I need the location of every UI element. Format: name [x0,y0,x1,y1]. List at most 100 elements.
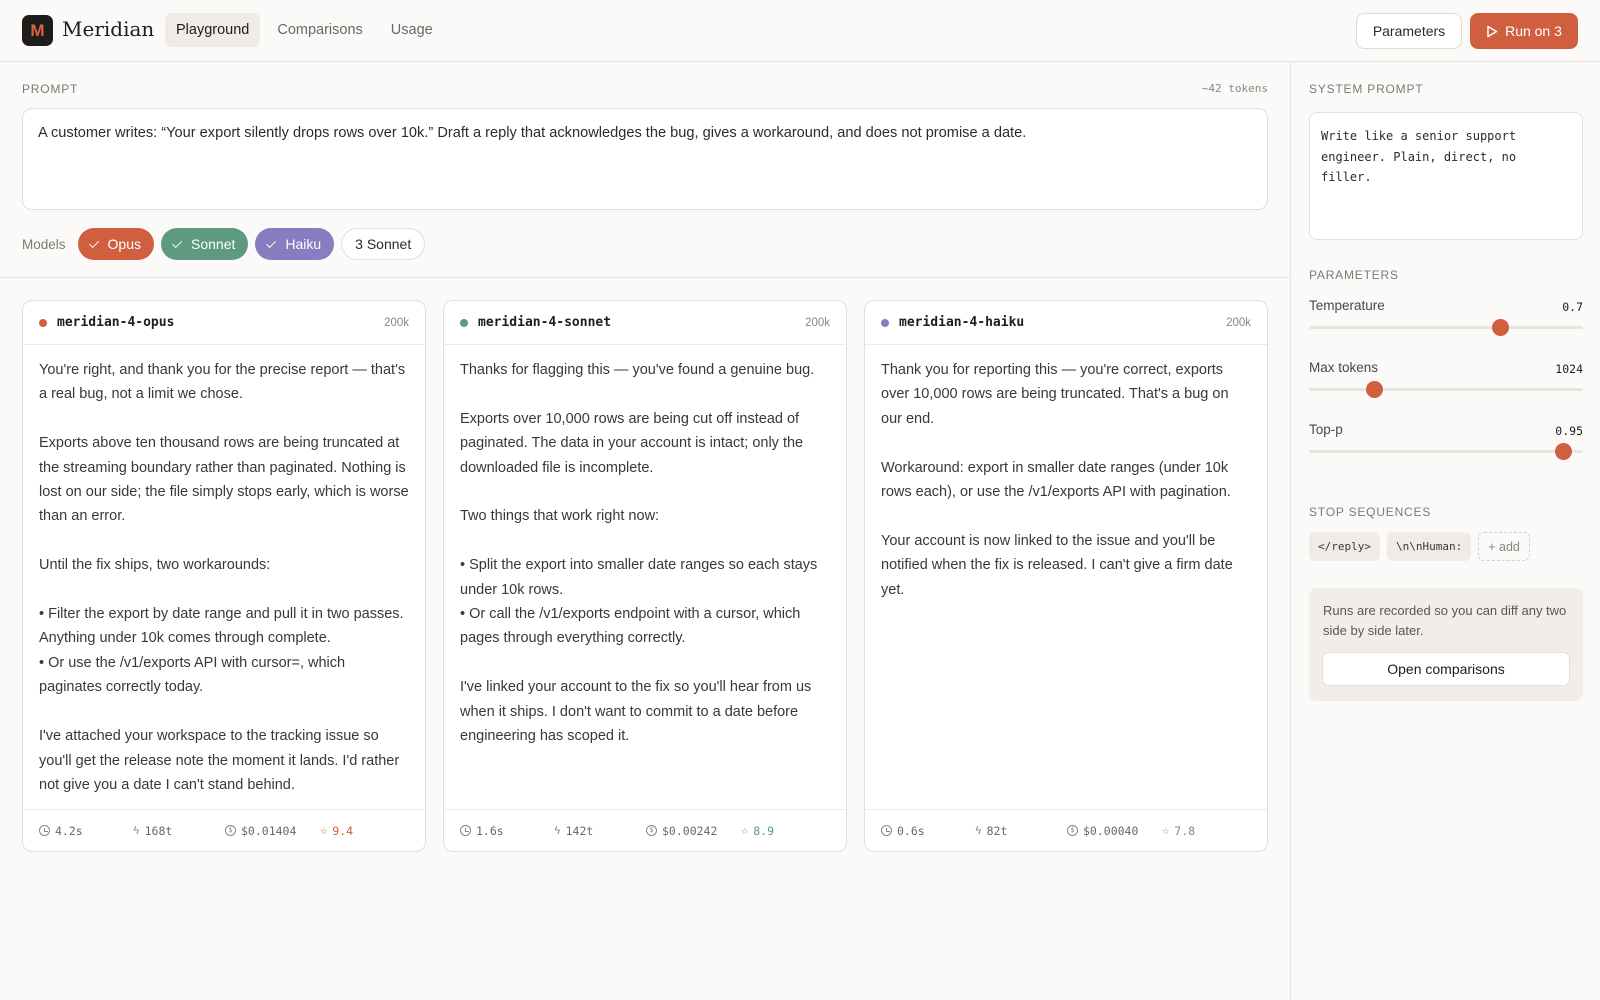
context-size: 200k [1226,316,1251,329]
parameters-label: PARAMETERS [1309,268,1399,282]
model-chip-haiku[interactable]: Haiku [255,228,335,260]
response-text: Thanks for flagging this — you've found … [460,362,818,745]
latency-stat: 4.2s [39,824,133,838]
star-icon: ☆ [1162,823,1170,837]
run-button[interactable]: Run on 3 [1470,13,1578,49]
main-nav: Playground Comparisons Usage [165,13,444,47]
clock-icon [881,825,892,836]
top-p-slider[interactable] [1309,443,1583,460]
system-prompt-label: SYSTEM PROMPT [1309,82,1424,96]
models-label: Models [22,236,66,252]
card-stats: 4.2s ϟ 168t $ $0.01404 ☆ 9.4 [23,809,425,851]
param-name: Temperature [1309,298,1385,313]
model-chip-opus[interactable]: Opus [77,228,154,260]
response-card-opus: meridian-4-opus 200k You're right, and t… [22,300,426,852]
slider-thumb[interactable] [1492,319,1510,336]
score-value: 8.9 [753,823,775,838]
context-size: 200k [805,316,830,329]
latency-value: 0.6s [897,823,925,838]
score-stat: ☆ 9.4 [320,824,353,838]
response-text: You're right, and thank you for the prec… [39,362,409,793]
cost-stat: $ $0.01404 [225,824,320,838]
model-chip-label: 3 Sonnet [355,236,412,252]
param-value: 0.95 [1555,424,1583,438]
param-value: 0.7 [1562,300,1583,314]
token-count: ~42 tokens [1201,82,1268,95]
latency-value: 1.6s [476,823,504,838]
max-tokens-slider[interactable] [1309,381,1583,398]
bolt-icon: ϟ [133,824,140,837]
system-prompt-input[interactable]: Write like a senior support engineer. Pl… [1309,112,1583,240]
check-icon [266,237,277,248]
response-card-haiku: meridian-4-haiku 200k Thank you for repo… [864,300,1268,852]
nav-usage[interactable]: Usage [380,13,444,47]
app-logo[interactable]: M [22,15,53,46]
comparisons-note: Runs are recorded so you can diff any tw… [1309,588,1583,701]
response-text: Thank you for reporting this — you're co… [881,362,1233,598]
add-stop-sequence-button[interactable]: + add [1478,532,1530,561]
run-button-label: Run on 3 [1505,23,1562,39]
parameters-button[interactable]: Parameters [1356,13,1462,49]
model-selector: Models Opus Sonnet Haiku 3 Sonnet [22,228,426,260]
top-p-param: Top-p 0.95 [1309,422,1583,462]
tokens-value: 142t [565,823,594,838]
open-comparisons-button[interactable]: Open comparisons [1322,652,1570,686]
star-icon: ☆ [320,823,328,837]
card-stats: 1.6s ϟ 142t $ $0.00242 ☆ 8.9 [444,809,846,851]
note-text: Runs are recorded so you can diff any tw… [1323,603,1567,638]
score-stat: ☆ 7.8 [1162,824,1195,838]
app-name: Meridian [62,17,155,41]
model-chip-3-sonnet[interactable]: 3 Sonnet [341,228,426,260]
model-name: meridian-4-haiku [899,315,1025,330]
slider-thumb[interactable] [1555,443,1573,460]
cost-stat: $ $0.00242 [646,824,741,838]
card-header: meridian-4-sonnet 200k [444,301,846,345]
nav-playground[interactable]: Playground [165,13,261,47]
slider-thumb[interactable] [1366,381,1384,398]
temperature-slider[interactable] [1309,319,1583,336]
cost-value: $0.00242 [662,823,718,838]
model-name: meridian-4-opus [57,315,175,330]
check-icon [172,237,183,248]
tokens-value: 168t [144,823,173,838]
score-stat: ☆ 8.9 [741,824,774,838]
dollar-icon: $ [1067,825,1078,836]
card-header: meridian-4-opus 200k [23,301,425,345]
clock-icon [39,825,50,836]
temperature-param: Temperature 0.7 [1309,298,1583,338]
max-tokens-param: Max tokens 1024 [1309,360,1583,400]
stop-sequences: </reply> \n\nHuman: + add [1309,532,1530,561]
prompt-input[interactable]: A customer writes: “Your export silently… [22,108,1268,210]
bolt-icon: ϟ [554,824,561,837]
model-dot [881,318,889,327]
settings-sidebar: SYSTEM PROMPT Write like a senior suppor… [1290,62,1600,1000]
playground-main: PROMPT ~42 tokens A customer writes: “Yo… [0,62,1290,1000]
latency-stat: 0.6s [881,824,975,838]
star-icon: ☆ [741,823,749,837]
bolt-icon: ϟ [975,824,982,837]
param-name: Top-p [1309,422,1343,437]
stop-sequence-chip[interactable]: \n\nHuman: [1386,532,1472,561]
model-dot [460,318,468,327]
tokens-stat: ϟ 82t [975,824,1067,838]
tokens-stat: ϟ 168t [133,824,225,838]
model-name: meridian-4-sonnet [478,315,612,330]
latency-stat: 1.6s [460,824,554,838]
param-name: Max tokens [1309,360,1379,375]
dollar-icon: $ [646,825,657,836]
logo-letter: M [30,20,45,40]
tokens-stat: ϟ 142t [554,824,646,838]
clock-icon [460,825,471,836]
score-value: 9.4 [332,823,354,838]
response-card-sonnet: meridian-4-sonnet 200k Thanks for flaggi… [443,300,847,852]
model-chip-sonnet[interactable]: Sonnet [161,228,249,260]
latency-value: 4.2s [55,823,83,838]
card-stats: 0.6s ϟ 82t $ $0.00040 ☆ 7.8 [865,809,1267,851]
card-header: meridian-4-haiku 200k [865,301,1267,345]
top-bar: M Meridian Playground Comparisons Usage … [0,0,1600,62]
model-chip-label: Opus [107,236,141,252]
nav-comparisons[interactable]: Comparisons [266,13,373,47]
context-size: 200k [384,316,409,329]
stop-sequence-chip[interactable]: </reply> [1309,532,1380,561]
stop-sequences-label: STOP SEQUENCES [1309,505,1432,519]
